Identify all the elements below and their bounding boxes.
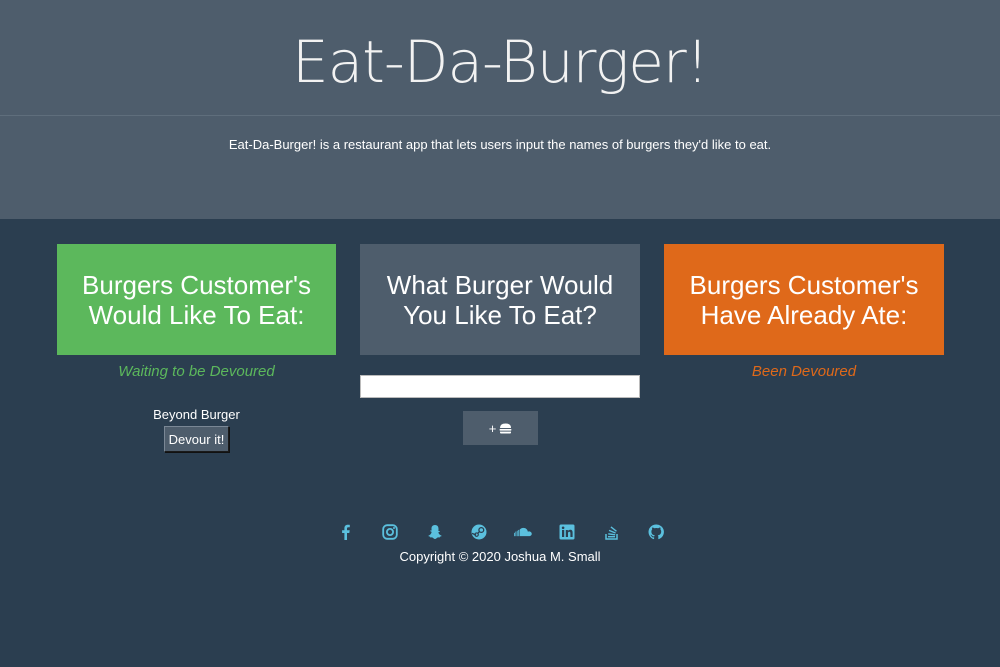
github-icon[interactable]: [646, 522, 666, 542]
add-button-plus: +: [488, 420, 497, 436]
add-burger-heading: What Burger Would You Like To Eat?: [360, 244, 640, 355]
page-title: Eat-Da-Burger!: [291, 28, 709, 96]
devoured-subheading: Been Devoured: [751, 363, 857, 380]
title-divider: [0, 115, 1000, 116]
hamburger-icon: [499, 423, 512, 434]
steam-icon[interactable]: [469, 522, 489, 542]
stack-overflow-icon[interactable]: [602, 522, 622, 542]
waiting-burger-name: Beyond Burger: [153, 407, 240, 422]
social-links: [336, 522, 666, 542]
facebook-icon[interactable]: [336, 522, 356, 542]
instagram-icon[interactable]: [380, 522, 400, 542]
copyright-text: Copyright © 2020 Joshua M. Small: [399, 549, 601, 564]
linkedin-icon[interactable]: [557, 522, 577, 542]
waiting-subheading: Waiting to be Devoured: [118, 363, 275, 380]
add-burger-button[interactable]: +: [463, 411, 538, 445]
app-description: Eat-Da-Burger! is a restaurant app that …: [228, 137, 772, 152]
soundcloud-icon[interactable]: [513, 522, 533, 542]
waiting-burgers-heading: Burgers Customer's Would Like To Eat:: [57, 244, 336, 355]
snapchat-icon[interactable]: [425, 522, 445, 542]
devoured-burgers-heading: Burgers Customer's Have Already Ate:: [664, 244, 944, 355]
devour-button[interactable]: Devour it!: [164, 426, 229, 452]
header-jumbotron: Eat-Da-Burger! Eat-Da-Burger! is a resta…: [0, 0, 1000, 219]
burger-name-input[interactable]: [360, 375, 640, 398]
